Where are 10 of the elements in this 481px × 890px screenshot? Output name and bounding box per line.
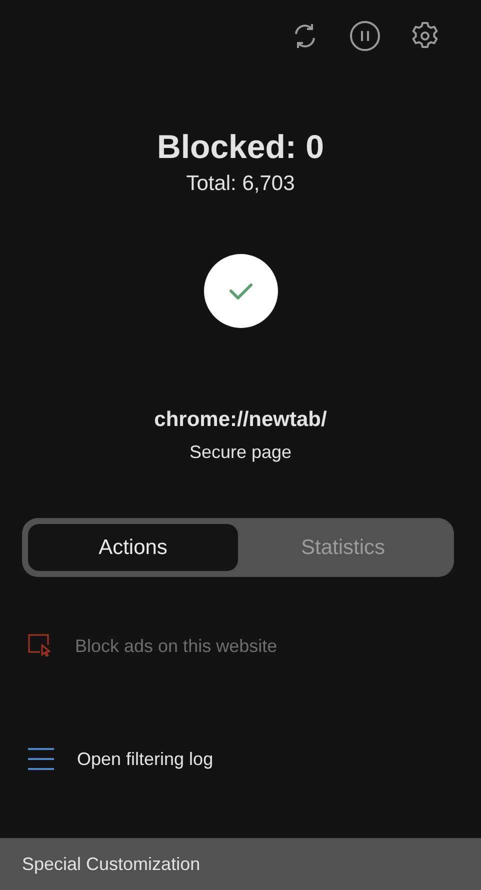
footer-bar[interactable]: Special Customization [0, 838, 481, 890]
blocked-count: Blocked: 0 [156, 128, 325, 166]
site-url: chrome://newtab/ [153, 408, 328, 432]
action-link[interactable]: Open filtering log [77, 748, 214, 770]
tab[interactable]: Actions [28, 524, 238, 571]
list-icon [27, 746, 55, 772]
cursor-in-frame-icon [27, 633, 53, 659]
site-status: Secure page [188, 442, 293, 463]
total-count: Total: 6,703 [185, 172, 296, 196]
pause-icon[interactable] [349, 20, 381, 52]
